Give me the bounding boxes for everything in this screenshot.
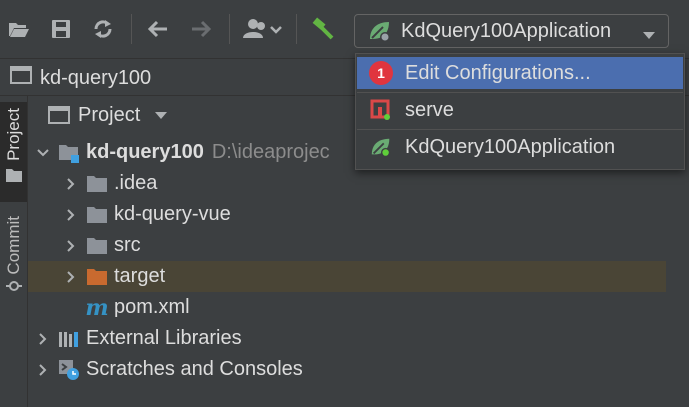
project-view-title: Project	[78, 103, 141, 126]
tree-node-path: D:\ideaprojec	[211, 141, 330, 163]
spring-boot-icon	[367, 19, 393, 43]
tree-node-folder[interactable]: .idea	[28, 168, 666, 199]
spring-boot-icon	[369, 135, 393, 159]
forward-icon[interactable]	[188, 16, 214, 42]
chevron-down-icon	[642, 27, 656, 45]
tree-node-label: Scratches and Consoles	[86, 358, 303, 380]
tree-node-external-libraries[interactable]: External Libraries	[28, 323, 666, 354]
module-folder-icon	[58, 142, 80, 164]
chevron-down-icon[interactable]	[36, 148, 50, 157]
run-configuration-dropdown: 1 Edit Configurations... serve KdQuery10…	[355, 53, 685, 170]
folder-icon	[86, 173, 108, 195]
tree-node-label: .idea	[114, 172, 158, 194]
tree-node-file[interactable]: m pom.xml	[28, 292, 666, 323]
save-icon[interactable]	[48, 16, 74, 42]
tab-commit[interactable]: Commit	[0, 216, 27, 316]
chevron-right-icon[interactable]	[36, 363, 50, 376]
module-folder-icon	[10, 65, 32, 91]
menu-separator	[357, 92, 683, 93]
chevron-right-icon[interactable]	[36, 332, 50, 345]
tab-project[interactable]: Project	[0, 102, 27, 202]
menu-separator	[357, 129, 683, 130]
npm-run-icon	[369, 98, 393, 122]
tree-node-label: External Libraries	[86, 327, 242, 349]
menu-item-serve[interactable]: serve	[357, 94, 683, 126]
commit-icon	[5, 279, 23, 298]
main-toolbar: KdQuery100Application	[0, 0, 689, 58]
excluded-folder-icon	[86, 266, 108, 288]
tree-node-folder-excluded[interactable]: target	[28, 261, 666, 292]
back-icon[interactable]	[145, 16, 171, 42]
menu-item-label: Edit Configurations...	[405, 61, 591, 84]
build-hammer-icon[interactable]	[310, 16, 336, 42]
toolbar-separator	[229, 14, 230, 44]
maven-icon: m	[85, 294, 109, 321]
project-view-icon	[48, 105, 70, 125]
tree-node-folder[interactable]: src	[28, 230, 666, 261]
tab-commit-label: Commit	[3, 216, 23, 275]
breadcrumb[interactable]: kd-query100	[10, 65, 151, 91]
run-configuration-selector[interactable]: KdQuery100Application	[354, 14, 669, 48]
folder-icon	[86, 204, 108, 226]
tree-node-label: src	[114, 234, 141, 256]
tree-node-label: kd-query100	[86, 141, 204, 163]
scratches-icon	[58, 359, 80, 381]
notification-badge: 1	[369, 61, 393, 85]
chevron-right-icon[interactable]	[64, 239, 78, 252]
sync-icon[interactable]	[90, 16, 116, 42]
menu-item-edit-configurations[interactable]: 1 Edit Configurations...	[357, 57, 683, 89]
breadcrumb-label: kd-query100	[40, 66, 152, 89]
vcs-user-icon[interactable]	[241, 16, 285, 42]
chevron-right-icon[interactable]	[64, 208, 78, 221]
open-icon[interactable]	[6, 16, 32, 42]
left-tool-window-strip: Project Commit	[0, 96, 28, 407]
chevron-right-icon[interactable]	[64, 270, 78, 283]
toolbar-separator	[296, 14, 297, 44]
folder-icon	[5, 167, 23, 188]
libraries-icon	[58, 328, 80, 350]
tab-project-label: Project	[3, 108, 23, 161]
tree-node-scratches[interactable]: Scratches and Consoles	[28, 354, 666, 385]
chevron-right-icon[interactable]	[64, 177, 78, 190]
vertical-scrollbar[interactable]	[667, 196, 689, 226]
toolbar-separator	[131, 14, 132, 44]
folder-icon	[86, 235, 108, 257]
tree-node-folder[interactable]: kd-query-vue	[28, 199, 666, 230]
tree-node-label: kd-query-vue	[114, 203, 231, 225]
chevron-down-icon	[154, 111, 168, 120]
tree-node-label: pom.xml	[114, 296, 190, 318]
tree-node-label: target	[114, 265, 166, 287]
menu-item-label: serve	[405, 98, 454, 121]
run-configuration-label: KdQuery100Application	[401, 19, 612, 42]
menu-item-label: KdQuery100Application	[405, 135, 616, 158]
badge-count: 1	[369, 61, 393, 85]
menu-item-kdquery100application[interactable]: KdQuery100Application	[357, 131, 683, 163]
